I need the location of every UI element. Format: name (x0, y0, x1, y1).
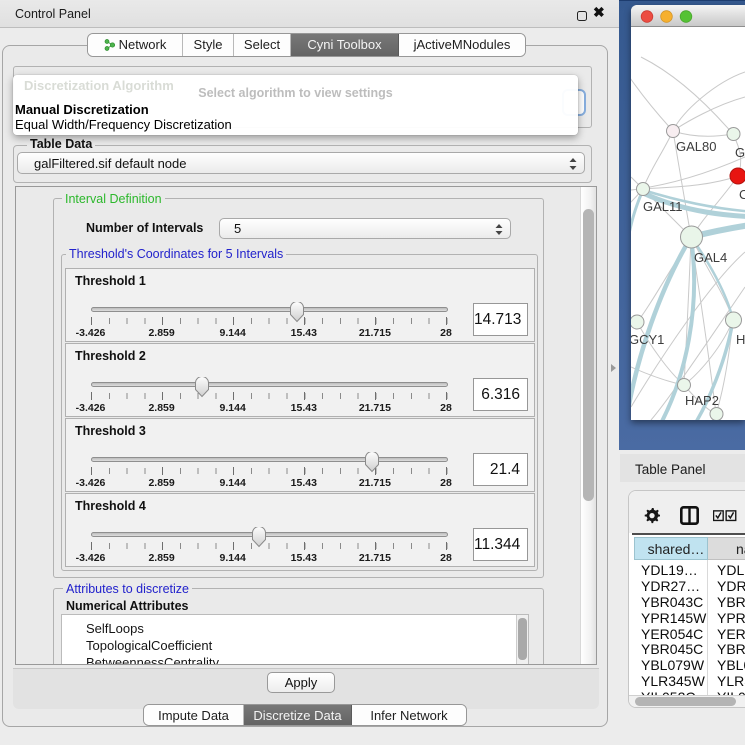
svg-text:GCY1: GCY1 (631, 332, 664, 347)
svg-text:GA: GA (735, 145, 745, 160)
svg-text:GAL4: GAL4 (694, 250, 727, 265)
svg-text:C: C (739, 187, 745, 202)
svg-text:GAL11: GAL11 (643, 199, 683, 214)
svg-text:GAL80: GAL80 (676, 139, 716, 154)
svg-text:HAP2: HAP2 (685, 393, 719, 408)
svg-text:H: H (736, 332, 745, 347)
